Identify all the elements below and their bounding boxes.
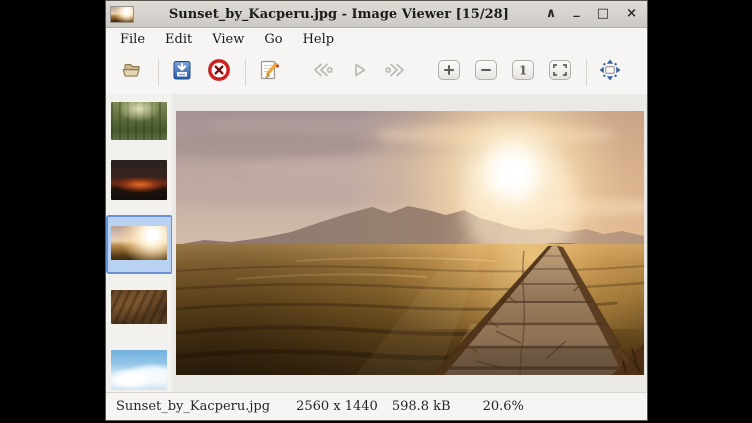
svg-text:1: 1: [519, 64, 527, 78]
menu-view[interactable]: View: [202, 30, 254, 49]
window-title: Sunset_by_Kacperu.jpg - Image Viewer [15…: [140, 7, 538, 22]
previous-image-button[interactable]: [308, 58, 336, 86]
edit-button[interactable]: [255, 58, 283, 86]
open-button[interactable]: [118, 58, 146, 86]
edit-pencil-icon: [257, 58, 281, 86]
image-display-area: [172, 94, 647, 392]
minimize-button[interactable]: _: [573, 0, 580, 24]
menubar: File Edit View Go Help: [106, 28, 647, 50]
maximize-button[interactable]: □: [597, 1, 609, 27]
fullscreen-icon: [597, 57, 623, 87]
thumbnail-dark-sunset[interactable]: [111, 160, 167, 200]
status-zoom-level: 20.6%: [483, 399, 524, 414]
play-icon: [347, 58, 371, 86]
menu-go[interactable]: Go: [254, 30, 292, 49]
menu-edit[interactable]: Edit: [155, 30, 202, 49]
go-previous-icon: [309, 58, 335, 86]
thumbnail-sunset-field-selected[interactable]: [111, 226, 167, 260]
thumbnail-sidebar: [106, 94, 172, 392]
content-area: [106, 94, 647, 392]
zoom-actual-size-icon: 1: [510, 58, 536, 86]
thumbnail-soil[interactable]: [111, 290, 167, 324]
status-filename: Sunset_by_Kacperu.jpg: [116, 399, 270, 414]
toolbar-separator: [586, 59, 587, 86]
delete-button[interactable]: [205, 58, 233, 86]
delete-icon: [207, 58, 231, 86]
main-image-sunset-field: [176, 111, 644, 375]
toolbar-separator: [158, 59, 159, 86]
zoom-fit-button[interactable]: [546, 58, 574, 86]
toolbar: 1: [106, 50, 647, 94]
window-controls: ∧ _ □ ×: [546, 1, 637, 27]
toolbar-separator: [245, 59, 246, 86]
thumbnail-clouds-sky[interactable]: [111, 350, 167, 390]
zoom-out-icon: [473, 58, 499, 86]
thumbnail-forest[interactable]: [111, 102, 167, 140]
thumbnail-selected-highlight: [106, 215, 173, 274]
play-slideshow-button[interactable]: [345, 58, 373, 86]
fullscreen-button[interactable]: [596, 58, 624, 86]
zoom-in-button[interactable]: [435, 58, 463, 86]
image-viewer-window: Sunset_by_Kacperu.jpg - Image Viewer [15…: [105, 0, 648, 421]
zoom-fit-icon: [547, 58, 573, 86]
save-icon: [170, 58, 194, 86]
close-button[interactable]: ×: [626, 1, 637, 27]
window-app-icon: [110, 6, 134, 23]
next-image-button[interactable]: [382, 58, 410, 86]
menu-file[interactable]: File: [110, 30, 155, 49]
save-button[interactable]: [168, 58, 196, 86]
zoom-in-icon: [436, 58, 462, 86]
status-filesize: 598.8 kB: [392, 399, 451, 414]
zoom-out-button[interactable]: [472, 58, 500, 86]
titlebar[interactable]: Sunset_by_Kacperu.jpg - Image Viewer [15…: [106, 1, 647, 28]
shade-button[interactable]: ∧: [546, 1, 557, 27]
menu-help[interactable]: Help: [293, 30, 345, 49]
open-folder-icon: [119, 58, 145, 86]
zoom-actual-size-button[interactable]: 1: [509, 58, 537, 86]
statusbar: Sunset_by_Kacperu.jpg 2560 x 1440 598.8 …: [106, 392, 647, 420]
go-next-icon: [383, 58, 409, 86]
status-dimensions: 2560 x 1440: [296, 399, 378, 414]
